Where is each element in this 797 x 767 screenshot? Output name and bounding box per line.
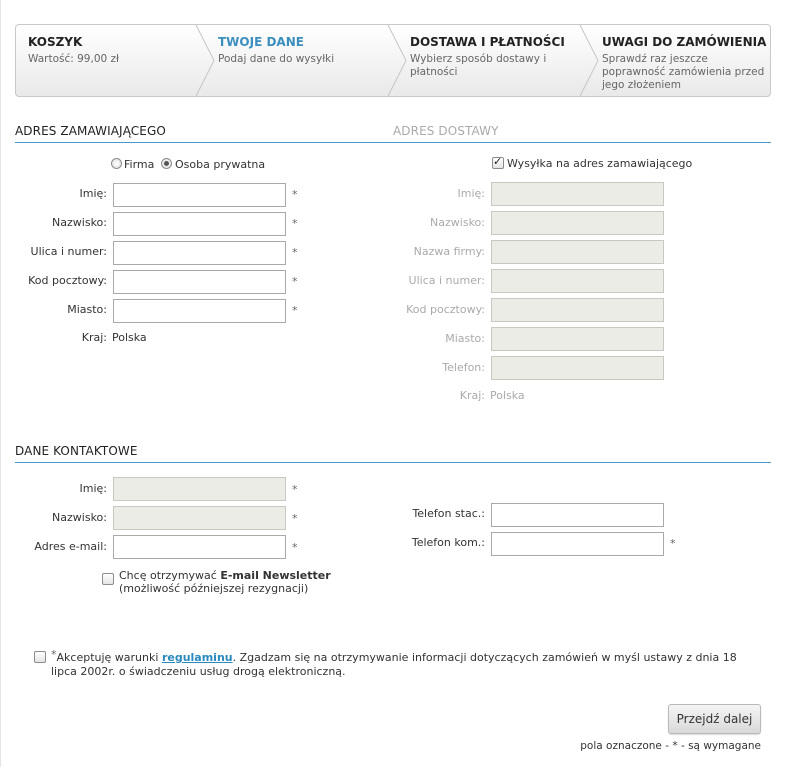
radio-company-label: Firma [124, 158, 155, 171]
required-mark: * [292, 217, 298, 230]
shipping-first-name-input[interactable] [491, 182, 664, 206]
shipping-company-input[interactable] [491, 240, 664, 264]
contact-first-name-label: Imię: [79, 482, 108, 495]
shipping-country-value: Polska [490, 389, 525, 402]
contact-first-name-input[interactable] [113, 477, 286, 501]
required-mark: * [51, 648, 57, 661]
shipping-company-label: Nazwa firmy: [413, 245, 485, 258]
step-cart[interactable]: KOSZYK Wartość: 99,00 zł [16, 25, 211, 96]
billing-city-input[interactable] [113, 299, 286, 323]
required-mark: * [292, 483, 298, 496]
step-desc: Wartość: 99,00 zł [28, 53, 120, 65]
required-fields-note: pola oznaczone - * - są wymagane [580, 740, 761, 752]
required-mark: * [292, 188, 298, 201]
step-your-data[interactable]: TWOJE DANE Podaj dane do wysyłki [196, 25, 401, 96]
required-mark: * [292, 512, 298, 525]
shipping-last-name-label: Nazwisko: [430, 216, 485, 229]
step-title: TWOJE DANE [218, 35, 304, 49]
billing-country-value: Polska [112, 331, 147, 344]
terms-link[interactable]: regulaminu [162, 651, 233, 664]
shipping-street-label: Ulica i numer: [408, 274, 485, 287]
step-order-notes[interactable]: UWAGI DO ZAMÓWIENIA Sprawdź raz jeszcze … [580, 25, 770, 96]
required-mark: * [292, 541, 298, 554]
newsletter-label-bold: E-mail Newsletter [220, 569, 331, 582]
billing-country-label: Kraj: [81, 331, 107, 344]
phone-landline-input[interactable] [491, 503, 664, 527]
shipping-city-input[interactable] [491, 327, 664, 351]
shipping-phone-label: Telefon: [442, 361, 485, 374]
step-separator-icon [195, 25, 215, 96]
terms-text: *Akceptuję warunki regulaminu. Zgadzam s… [51, 648, 751, 679]
step-title: DOSTAWA I PŁATNOŚCI [410, 35, 565, 49]
shipping-address-title: ADRES DOSTAWY [393, 124, 499, 138]
billing-first-name-input[interactable] [113, 183, 286, 207]
billing-last-name-input[interactable] [113, 212, 286, 236]
step-title: KOSZYK [28, 35, 83, 49]
section-divider [15, 142, 771, 143]
radio-private-label: Osoba prywatna [175, 158, 266, 171]
radio-private-person[interactable] [161, 158, 172, 169]
shipping-postal-label: Kod pocztowy: [406, 303, 485, 316]
billing-last-name-label: Nazwisko: [52, 216, 107, 229]
newsletter-checkbox[interactable] [102, 573, 114, 585]
phone-landline-label: Telefon stac.: [412, 507, 485, 520]
step-desc: Wybierz sposób dostawy i płatności [410, 53, 547, 78]
shipping-first-name-label: Imię: [457, 187, 486, 200]
required-mark: * [292, 246, 298, 259]
billing-address-title: ADRES ZAMAWIAJĄCEGO [15, 124, 166, 138]
shipping-city-label: Miasto: [445, 332, 485, 345]
billing-first-name-label: Imię: [79, 187, 108, 200]
shipping-country-label: Kraj: [459, 389, 485, 402]
section-divider [15, 462, 771, 463]
billing-street-label: Ulica i numer: [30, 245, 107, 258]
shipping-last-name-input[interactable] [491, 211, 664, 235]
billing-city-label: Miasto: [67, 303, 107, 316]
contact-last-name-label: Nazwisko: [52, 511, 107, 524]
newsletter-label-prefix: Chcę otrzymywać [119, 569, 221, 582]
same-address-checkbox[interactable] [492, 155, 504, 169]
checkout-page: KOSZYK Wartość: 99,00 zł TWOJE DANE Poda… [0, 0, 797, 767]
next-step-button[interactable]: Przejdź dalej [668, 704, 761, 734]
terms-checkbox[interactable] [34, 651, 46, 663]
newsletter-label: Chcę otrzymywać E-mail Newsletter (możli… [119, 569, 331, 595]
billing-postal-input[interactable] [113, 270, 286, 294]
step-delivery-payment[interactable]: DOSTAWA I PŁATNOŚCI Wybierz sposób dosta… [388, 25, 593, 96]
contact-last-name-input[interactable] [113, 506, 286, 530]
radio-company[interactable] [111, 158, 122, 169]
required-mark: * [292, 275, 298, 288]
contact-email-input[interactable] [113, 535, 286, 559]
shipping-postal-input[interactable] [491, 298, 664, 322]
phone-mobile-input[interactable] [491, 532, 664, 556]
contact-data-title: DANE KONTAKTOWE [15, 444, 138, 458]
step-desc: Sprawdź raz jeszcze poprawność zamówieni… [602, 53, 765, 91]
required-mark: * [670, 537, 676, 550]
shipping-street-input[interactable] [491, 269, 664, 293]
required-mark: * [292, 304, 298, 317]
step-separator-icon [387, 25, 407, 96]
step-separator-icon [579, 25, 599, 96]
shipping-phone-input[interactable] [491, 356, 664, 380]
step-title: UWAGI DO ZAMÓWIENIA [602, 35, 767, 49]
contact-email-label: Adres e-mail: [34, 540, 107, 553]
billing-postal-label: Kod pocztowy: [28, 274, 107, 287]
checkout-steps: KOSZYK Wartość: 99,00 zł TWOJE DANE Poda… [15, 24, 771, 97]
billing-street-input[interactable] [113, 241, 286, 265]
same-address-label: Wysyłka na adres zamawiającego [507, 157, 693, 170]
terms-prefix: Akceptuję warunki [56, 651, 162, 664]
phone-mobile-label: Telefon kom.: [411, 536, 485, 549]
step-desc: Podaj dane do wysyłki [218, 53, 335, 65]
newsletter-note: (możliwość późniejszej rezygnacji) [119, 582, 309, 595]
